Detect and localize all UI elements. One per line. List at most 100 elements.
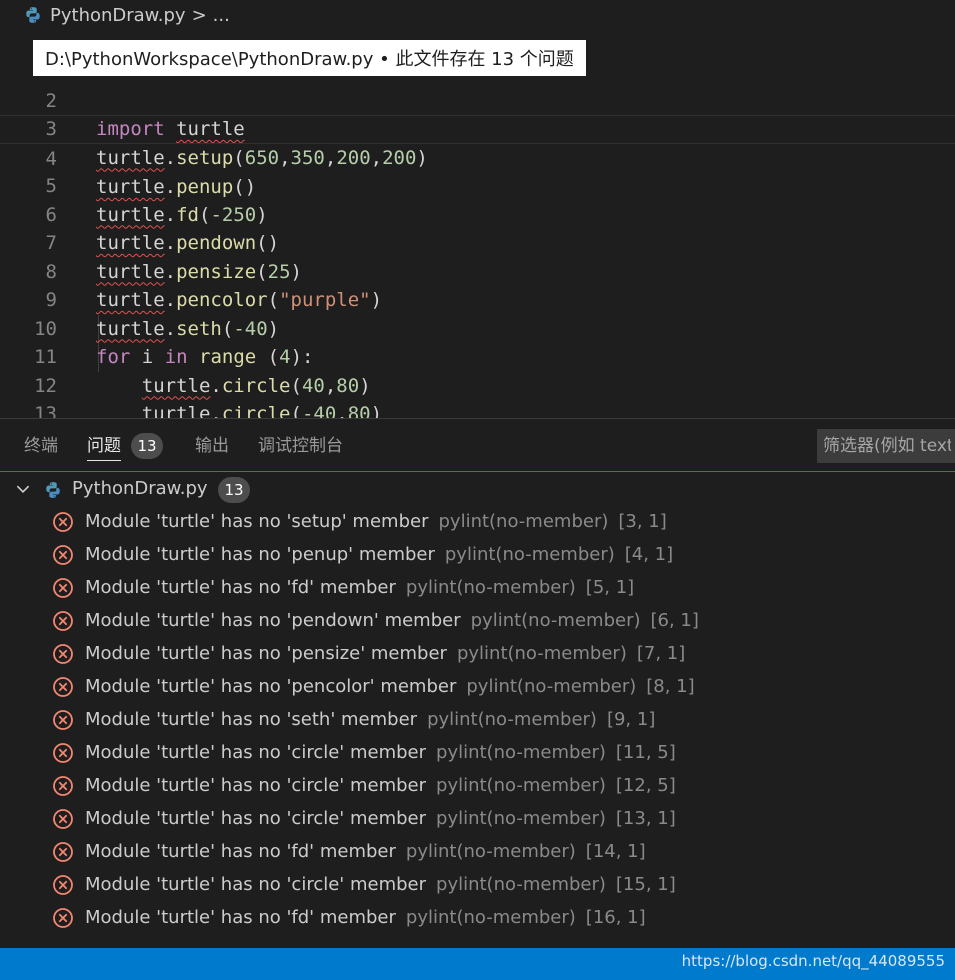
python-file-icon — [46, 482, 60, 498]
tooltip-text: D:\PythonWorkspace\PythonDraw.py • 此文件存在… — [45, 49, 574, 70]
code-line[interactable]: 8 turtle.pencolor("purple") — [0, 229, 955, 312]
problem-source: pylint(no-member) — [466, 676, 637, 697]
breadcrumb: PythonDraw.py > ... — [0, 0, 955, 30]
problem-position: [11, 5] — [615, 742, 676, 763]
problem-message: Module 'turtle' has no 'pensize' member — [85, 643, 447, 664]
problem-source: pylint(no-member) — [405, 907, 576, 928]
code-line[interactable]: 14 turtle.fd(40) — [0, 400, 955, 418]
problem-source: pylint(no-member) — [405, 577, 576, 598]
problem-source: pylint(no-member) — [438, 511, 609, 532]
problem-position: [13, 1] — [615, 808, 676, 829]
problems-count-badge: 13 — [131, 433, 163, 459]
problem-source: pylint(no-member) — [427, 709, 597, 730]
panel-divider[interactable] — [0, 418, 955, 419]
code-line[interactable]: 5 turtle.fd(-250) — [0, 144, 955, 226]
problem-message: Module 'turtle' has no 'circle' member — [85, 742, 427, 763]
problem-message: Module 'turtle' has no 'circle' member — [85, 775, 427, 796]
problem-item[interactable]: Module 'turtle' has no 'fd' member pylint… — [0, 571, 955, 604]
tab-debug-console[interactable]: 调试控制台 — [258, 420, 343, 472]
chevron-right-icon: > — [191, 4, 207, 26]
problem-source: pylint(no-member) — [436, 808, 606, 829]
code-line[interactable]: 9 turtle.seth(-40) — [0, 258, 955, 340]
error-icon — [53, 710, 73, 730]
code-line[interactable]: 6 turtle.pendown() — [0, 172, 955, 255]
watermark: https://blog.csdn.net/qq_44089555 — [681, 952, 945, 970]
breadcrumb-more[interactable]: ... — [213, 5, 230, 26]
chevron-down-icon[interactable] — [14, 480, 32, 498]
problem-item[interactable]: Module 'turtle' has no 'seth' member pyli… — [0, 703, 955, 736]
error-icon — [53, 545, 73, 565]
problem-source: pylint(no-member) — [436, 742, 606, 763]
problem-position: [4, 1] — [624, 544, 674, 565]
problem-message: Module 'turtle' has no 'penup' member — [85, 544, 435, 565]
error-icon — [53, 578, 73, 598]
problem-position: [14, 1] — [585, 841, 646, 862]
problem-source: pylint(no-member) — [405, 841, 576, 862]
tab-terminal[interactable]: 终端 — [24, 420, 58, 472]
problem-position: [7, 1] — [636, 643, 686, 664]
problem-message: Module 'turtle' has no 'circle' member — [85, 874, 427, 895]
problem-position: [8, 1] — [646, 676, 695, 697]
code-line-current[interactable]: 4 turtle.penup() — [0, 115, 955, 198]
error-icon — [53, 809, 73, 829]
problem-item[interactable]: Module 'turtle' has no 'fd' member pylint… — [0, 901, 955, 934]
error-icon — [53, 644, 73, 664]
problems-file-name: PythonDraw.py — [72, 478, 208, 499]
error-icon — [53, 743, 73, 763]
error-icon — [53, 677, 73, 697]
problem-item[interactable]: Module 'turtle' has no 'circle' member py… — [0, 769, 955, 802]
problem-message: Module 'turtle' has no 'fd' member — [85, 577, 396, 598]
file-problems-count-badge: 13 — [218, 477, 250, 503]
problem-message: Module 'turtle' has no 'pendown' member — [85, 610, 461, 631]
code-line[interactable]: 7 turtle.pensize(25) — [0, 201, 955, 283]
problem-message: Module 'turtle' has no 'fd' member — [85, 907, 396, 928]
file-path-tooltip: D:\PythonWorkspace\PythonDraw.py • 此文件存在… — [33, 40, 586, 76]
problem-position: [9, 1] — [606, 709, 656, 730]
tab-output[interactable]: 输出 — [195, 420, 229, 472]
error-icon — [53, 908, 73, 928]
problem-item[interactable]: Module 'turtle' has no 'circle' member py… — [0, 868, 955, 901]
error-icon — [53, 776, 73, 796]
problem-item[interactable]: Module 'turtle' has no 'setup' member pyl… — [0, 505, 955, 538]
status-bar: https://blog.csdn.net/qq_44089555 — [0, 948, 955, 980]
python-file-icon — [26, 7, 40, 23]
problem-source: pylint(no-member) — [456, 643, 627, 664]
problem-item[interactable]: Module 'turtle' has no 'circle' member py… — [0, 802, 955, 835]
problem-source: pylint(no-member) — [436, 874, 606, 895]
panel-tabs: 终端 问题 13 输出 调试控制台 — [0, 420, 955, 472]
problem-message: Module 'turtle' has no 'pencolor' member — [85, 676, 457, 697]
problem-item[interactable]: Module 'turtle' has no 'circle' member py… — [0, 736, 955, 769]
problems-file-group[interactable]: PythonDraw.py 13 — [0, 474, 955, 506]
problems-filter-input[interactable] — [817, 429, 955, 463]
problem-position: [16, 1] — [585, 907, 646, 928]
code-line[interactable]: 13 turtle.circle(40,80/2) — [0, 372, 955, 418]
problem-position: [3, 1] — [618, 511, 667, 532]
breadcrumb-file[interactable]: PythonDraw.py — [50, 5, 186, 26]
problem-position: [12, 5] — [615, 775, 676, 796]
problem-item[interactable]: Module 'turtle' has no 'pencolor' member… — [0, 670, 955, 703]
code-line[interactable]: 12 turtle.circle(-40,80) — [0, 343, 955, 419]
problem-item[interactable]: Module 'turtle' has no 'pensize' member p… — [0, 637, 955, 670]
problem-message: Module 'turtle' has no 'seth' member — [85, 709, 418, 730]
problem-source: pylint(no-member) — [470, 610, 641, 631]
problem-item[interactable]: Module 'turtle' has no 'penup' member pyl… — [0, 538, 955, 571]
problem-source: pylint(no-member) — [436, 775, 606, 796]
error-icon — [53, 611, 73, 631]
problem-message: Module 'turtle' has no 'circle' member — [85, 808, 427, 829]
problem-message: Module 'turtle' has no 'setup' member — [85, 511, 429, 532]
tab-problems[interactable]: 问题 13 — [87, 420, 163, 472]
error-icon — [53, 512, 73, 532]
problem-position: [5, 1] — [585, 577, 635, 598]
problem-item[interactable]: Module 'turtle' has no 'pendown' member p… — [0, 604, 955, 637]
error-icon — [53, 875, 73, 895]
code-line[interactable]: 11 turtle.circle(40,80) — [0, 315, 955, 397]
problem-position: [15, 1] — [615, 874, 676, 895]
problem-item[interactable]: Module 'turtle' has no 'fd' member pylint… — [0, 835, 955, 868]
error-icon — [53, 842, 73, 862]
code-editor[interactable]: 2 import turtle 3 turtle.setup(650,350,2… — [0, 58, 955, 418]
code-line[interactable]: 3 turtle.setup(650,350,200,200) — [0, 87, 955, 169]
problem-source: pylint(no-member) — [444, 544, 615, 565]
problem-message: Module 'turtle' has no 'fd' member — [85, 841, 396, 862]
problem-position: [6, 1] — [650, 610, 699, 631]
code-line[interactable]: 10 for i in range (4): — [0, 286, 955, 369]
